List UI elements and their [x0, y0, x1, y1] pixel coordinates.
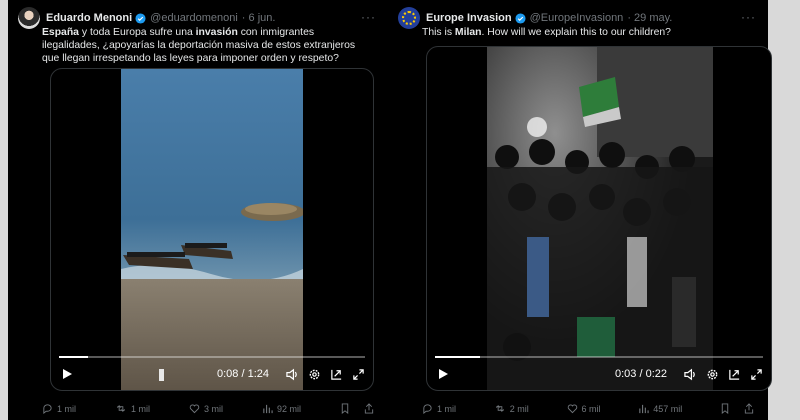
tweet-actions: 1 mil 1 mil 3 mil 92 mil [42, 403, 378, 414]
reply-icon [43, 404, 52, 414]
screenshot-collage: Eduardo Menoni @eduardomenoni · 6 jun. ·… [0, 0, 800, 420]
share-button[interactable] [364, 403, 378, 414]
like-button[interactable]: 3 mil [189, 403, 223, 414]
settings-gear-icon[interactable] [307, 367, 321, 381]
bookmark-icon [721, 403, 729, 414]
tweet-timestamp[interactable]: · 6 jun. [242, 12, 276, 24]
video-time: 0:08 / 1:24 [217, 368, 269, 380]
eu-stars-icon [402, 11, 416, 25]
video-frame-beach [121, 69, 303, 390]
tweet-text: This is Milan. How will we explain this … [422, 26, 754, 39]
view-count: 92 mil [277, 403, 302, 414]
bookmark-icon [341, 403, 349, 414]
view-count: 457 mil [653, 403, 683, 414]
video-progress-fill [59, 356, 89, 358]
volume-icon[interactable] [285, 367, 299, 381]
author-name[interactable]: Europe Invasion [426, 12, 512, 24]
reply-button[interactable]: 1 mil [42, 403, 76, 414]
tweet-card-right[interactable]: Europe Invasion @EuropeInvasionn · 29 ma… [388, 0, 772, 420]
views-chart-icon [639, 404, 649, 414]
author-handle[interactable]: @EuropeInvasionn [530, 12, 624, 24]
heart-icon [567, 404, 577, 414]
repost-button[interactable]: 2 mil [494, 403, 529, 414]
tweet-header: Europe Invasion @EuropeInvasionn · 29 ma… [398, 7, 758, 29]
repost-icon [495, 405, 504, 412]
more-options-icon[interactable]: ··· [741, 10, 756, 24]
tweet-text-bold-1: España [42, 27, 79, 38]
fullscreen-icon[interactable] [749, 367, 763, 381]
views-button[interactable]: 457 mil [638, 403, 682, 414]
avatar[interactable] [398, 7, 420, 29]
tweet-text: España y toda Europa sufre una invasión … [42, 26, 374, 65]
tweet-card-left[interactable]: Eduardo Menoni @eduardomenoni · 6 jun. ·… [8, 0, 388, 420]
like-count: 3 mil [204, 403, 224, 414]
settings-gear-icon[interactable] [705, 367, 719, 381]
repost-count: 1 mil [131, 403, 151, 414]
like-button[interactable]: 6 mil [567, 403, 601, 414]
repost-count: 2 mil [509, 403, 529, 414]
heart-icon [189, 404, 200, 414]
picture-in-picture-icon[interactable] [727, 367, 741, 381]
play-icon[interactable] [59, 368, 75, 380]
bookmark-button[interactable] [720, 403, 734, 414]
tweet-actions: 1 mil 2 mil 6 mil 457 mil [422, 403, 758, 414]
share-button[interactable] [744, 403, 758, 414]
verified-badge-icon [515, 12, 526, 24]
volume-icon[interactable] [683, 367, 697, 381]
repost-button[interactable]: 1 mil [115, 403, 150, 414]
video-progress-bar[interactable] [435, 356, 763, 358]
video-frame-crowd [487, 47, 713, 390]
video-time: 0:03 / 0:22 [615, 368, 667, 380]
tweet-text-part-2: . How will we explain this to our childr… [481, 27, 671, 38]
share-icon [364, 403, 374, 414]
author-name[interactable]: Eduardo Menoni [46, 12, 132, 24]
like-count: 6 mil [581, 403, 601, 414]
share-icon [744, 403, 754, 414]
bookmark-button[interactable] [340, 403, 354, 414]
views-chart-icon [263, 404, 273, 414]
tweet-text-bold-1: Milan [454, 27, 482, 38]
reply-button[interactable]: 1 mil [422, 403, 456, 414]
repost-icon [117, 405, 125, 412]
picture-in-picture-icon[interactable] [329, 367, 343, 381]
verified-badge-icon [135, 12, 146, 24]
play-icon[interactable] [435, 368, 451, 380]
video-controls: 0:08 / 1:24 [59, 366, 365, 382]
views-button[interactable]: 92 mil [262, 403, 301, 414]
video-progress-fill [435, 356, 480, 358]
author-handle[interactable]: @eduardomenoni [150, 12, 238, 24]
tweet-text-bold-2: invasión [195, 27, 238, 38]
reply-count: 1 mil [57, 403, 77, 414]
tweet-text-part-1: y toda Europa sufre una [78, 27, 196, 38]
reply-count: 1 mil [437, 403, 457, 414]
more-options-icon[interactable]: ··· [361, 10, 376, 24]
video-controls: 0:03 / 0:22 [435, 366, 763, 382]
avatar[interactable] [18, 7, 40, 29]
tweet-text-part-1: This is [422, 27, 455, 38]
tweet-timestamp[interactable]: · 29 may. [627, 12, 672, 24]
video-progress-bar[interactable] [59, 356, 365, 358]
video-player[interactable]: 0:03 / 0:22 [426, 46, 772, 391]
fullscreen-icon[interactable] [351, 367, 365, 381]
video-player[interactable]: 0:08 / 1:24 [50, 68, 374, 391]
tweet-header: Eduardo Menoni @eduardomenoni · 6 jun. ·… [18, 7, 378, 29]
reply-icon [423, 404, 432, 414]
